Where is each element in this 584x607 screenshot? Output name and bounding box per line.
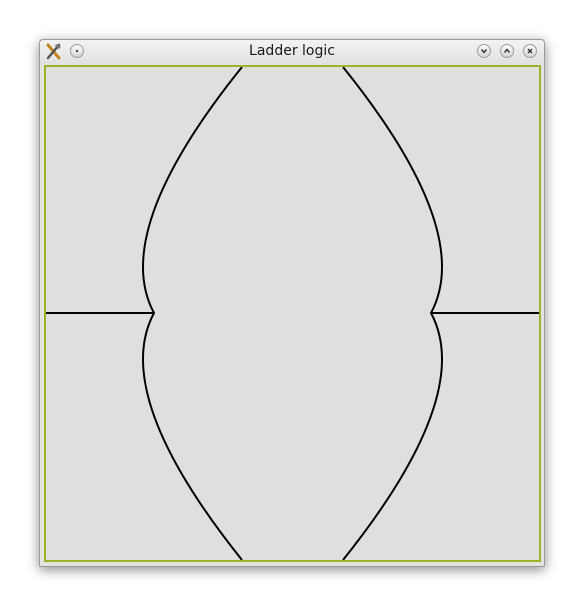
drawing-canvas[interactable] (44, 65, 541, 562)
application-window: Ladder logic (39, 39, 545, 567)
window-title: Ladder logic (249, 43, 335, 59)
ladder-drawing (46, 67, 539, 560)
left-arc (142, 67, 243, 560)
minimize-button[interactable] (477, 44, 491, 58)
right-arc (342, 67, 443, 560)
close-button[interactable] (523, 44, 537, 58)
title-bar[interactable]: Ladder logic (40, 40, 544, 64)
chevron-down-icon (480, 47, 488, 55)
maximize-button[interactable] (500, 44, 514, 58)
close-icon (526, 47, 534, 55)
chevron-up-icon (503, 47, 511, 55)
